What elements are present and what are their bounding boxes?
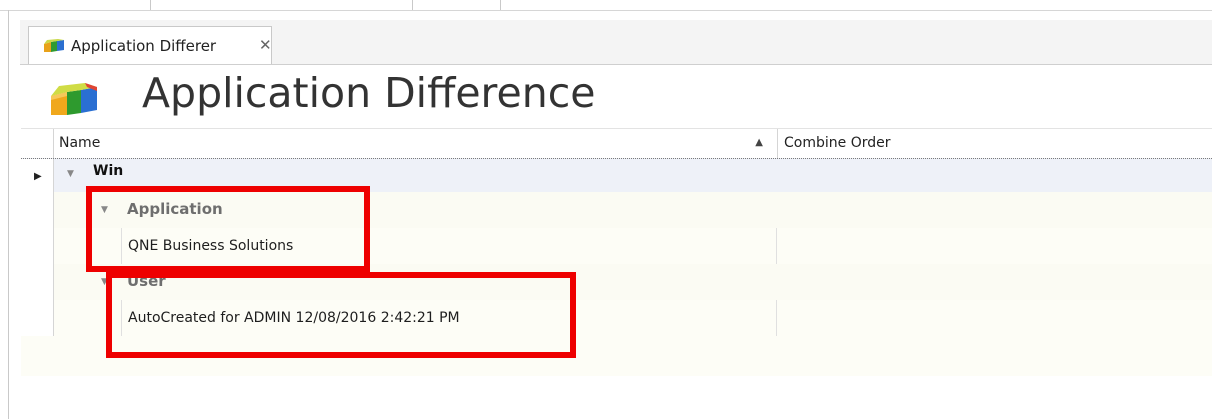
- empty-grid-area: [21, 376, 1212, 419]
- column-header-label: Combine Order: [784, 135, 891, 151]
- toolbar-separator: [412, 0, 413, 10]
- row-indicator: [21, 264, 54, 301]
- tab-label: Application Differer: [71, 37, 217, 55]
- toolbar-separator: [150, 0, 151, 10]
- column-header-combine-order[interactable]: Combine Order: [778, 129, 1212, 159]
- cell-name[interactable]: QNE Business Solutions: [121, 228, 777, 264]
- row-indicator: [21, 300, 54, 337]
- content-panel: Application Difference Name ▲ Combine Or…: [21, 65, 1212, 419]
- close-icon[interactable]: ✕: [259, 36, 272, 54]
- cell-combine-order[interactable]: [777, 228, 1212, 264]
- tab-application-differer[interactable]: Application Differer ✕: [28, 26, 272, 64]
- collapse-icon[interactable]: ▼: [101, 277, 108, 287]
- toolbar-strip: [0, 0, 1212, 11]
- group-row-user[interactable]: ▼ User: [21, 264, 1212, 301]
- row-indicator: ▶: [21, 159, 54, 194]
- collapse-icon[interactable]: ▼: [101, 205, 108, 215]
- data-row[interactable]: QNE Business Solutions: [21, 228, 1212, 265]
- data-grid: Name ▲ Combine Order ▶ ▼ Win ▼ Applicati…: [21, 128, 1212, 419]
- row-indicator: [21, 228, 54, 265]
- column-header-row: Name ▲ Combine Order: [21, 128, 1212, 160]
- app-cubes-icon: [44, 39, 64, 52]
- cell-name[interactable]: AutoCreated for ADMIN 12/08/2016 2:42:21…: [121, 300, 777, 336]
- column-header-label: Name: [59, 135, 101, 151]
- group-label: Win: [93, 163, 124, 179]
- cell-combine-order[interactable]: [777, 300, 1212, 336]
- toolbar-separator: [500, 0, 501, 10]
- column-header-name[interactable]: Name ▲: [53, 129, 778, 159]
- group-label: Application: [127, 200, 223, 218]
- cell-text: QNE Business Solutions: [128, 238, 294, 254]
- focused-row-arrow-icon: ▶: [34, 171, 42, 182]
- row-indicator: [21, 192, 54, 229]
- window-border: [8, 10, 9, 419]
- document-tab-strip: Application Differer ✕: [20, 20, 1212, 65]
- data-row[interactable]: AutoCreated for ADMIN 12/08/2016 2:42:21…: [21, 300, 1212, 337]
- cell-text: AutoCreated for ADMIN 12/08/2016 2:42:21…: [128, 310, 460, 326]
- group-row-application[interactable]: ▼ Application: [21, 192, 1212, 229]
- collapse-icon[interactable]: ▼: [67, 169, 74, 179]
- app-cubes-icon: [51, 83, 97, 115]
- row-indicator-header: [21, 129, 54, 159]
- empty-grid-area: [21, 336, 1212, 376]
- sort-ascending-icon: ▲: [755, 137, 763, 148]
- group-row-win[interactable]: ▶ ▼ Win: [21, 158, 1212, 194]
- page-title: Application Difference: [142, 69, 596, 117]
- group-label: User: [127, 272, 166, 290]
